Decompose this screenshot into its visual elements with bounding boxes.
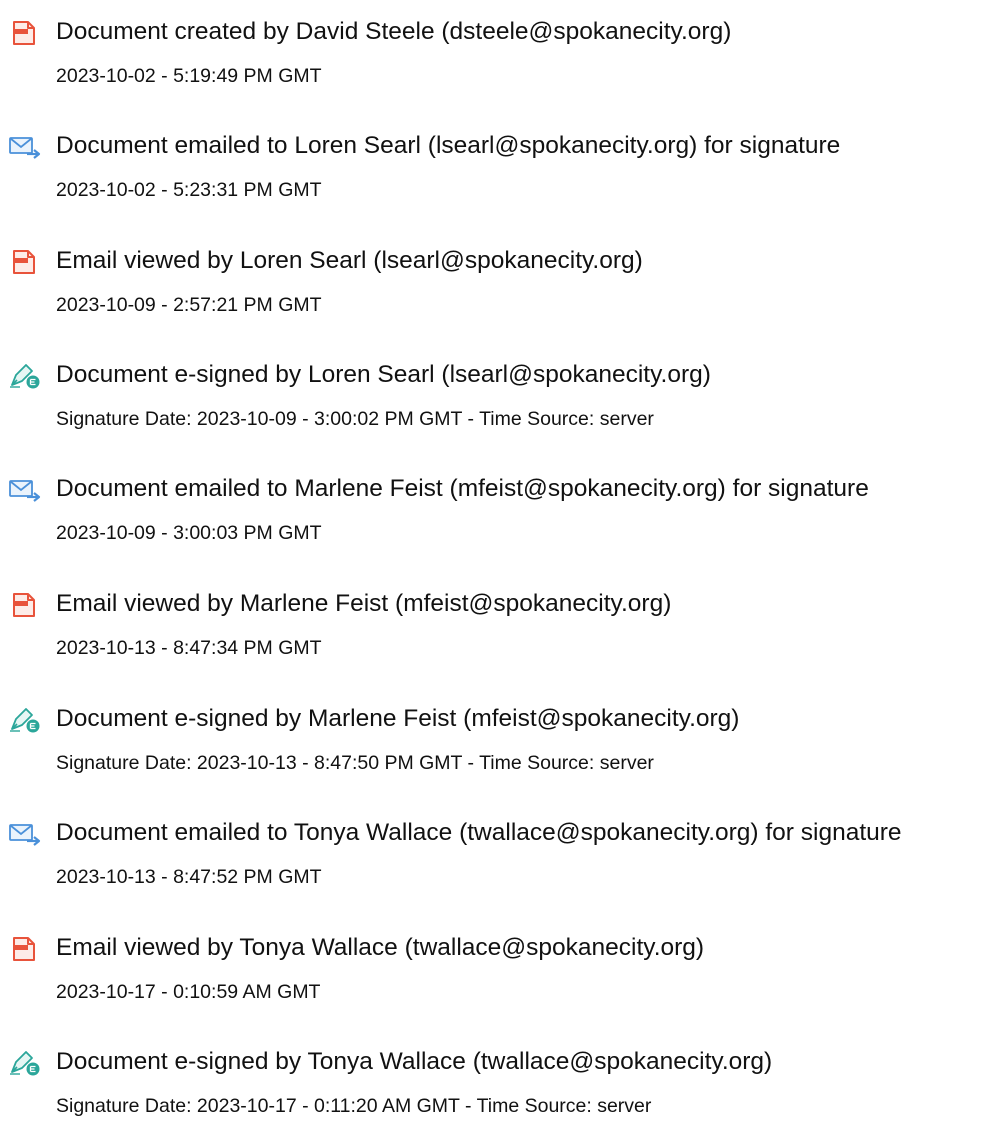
document-icon bbox=[8, 936, 42, 962]
event-timestamp: Signature Date: 2023-10-13 - 8:47:50 PM … bbox=[56, 752, 654, 774]
audit-event: Document created by David Steele (dsteel… bbox=[0, 12, 984, 92]
audit-event: Document emailed to Marlene Feist (mfeis… bbox=[0, 469, 984, 549]
document-icon bbox=[8, 20, 42, 46]
event-title: Document emailed to Marlene Feist (mfeis… bbox=[56, 475, 869, 502]
email-sent-icon bbox=[8, 821, 42, 847]
audit-event: Document e-signed by Loren Searl (lsearl… bbox=[0, 355, 984, 435]
email-sent-icon bbox=[8, 477, 42, 503]
event-title: Email viewed by Tonya Wallace (twallace@… bbox=[56, 934, 705, 961]
audit-event: Email viewed by Marlene Feist (mfeist@sp… bbox=[0, 584, 984, 664]
event-timestamp: 2023-10-02 - 5:19:49 PM GMT bbox=[56, 65, 322, 87]
event-timestamp: 2023-10-02 - 5:23:31 PM GMT bbox=[56, 179, 322, 201]
esign-icon bbox=[8, 1050, 42, 1076]
event-timestamp: Signature Date: 2023-10-09 - 3:00:02 PM … bbox=[56, 408, 654, 430]
event-title: Email viewed by Loren Searl (lsearl@spok… bbox=[56, 247, 643, 274]
event-timestamp: 2023-10-09 - 2:57:21 PM GMT bbox=[56, 294, 322, 316]
audit-event: Document e-signed by Marlene Feist (mfei… bbox=[0, 699, 984, 779]
audit-event: Document e-signed by Tonya Wallace (twal… bbox=[0, 1042, 984, 1122]
event-title: Document created by David Steele (dsteel… bbox=[56, 18, 732, 45]
audit-event: Email viewed by Loren Searl (lsearl@spok… bbox=[0, 241, 984, 321]
document-icon bbox=[8, 592, 42, 618]
esign-icon bbox=[8, 707, 42, 733]
event-title: Document e-signed by Tonya Wallace (twal… bbox=[56, 1048, 773, 1075]
event-timestamp: 2023-10-09 - 3:00:03 PM GMT bbox=[56, 522, 322, 544]
document-icon bbox=[8, 249, 42, 275]
esign-icon bbox=[8, 363, 42, 389]
audit-event: Document emailed to Tonya Wallace (twall… bbox=[0, 813, 984, 893]
event-timestamp: Signature Date: 2023-10-17 - 0:11:20 AM … bbox=[56, 1095, 652, 1117]
event-title: Document e-signed by Loren Searl (lsearl… bbox=[56, 361, 711, 388]
event-timestamp: 2023-10-17 - 0:10:59 AM GMT bbox=[56, 981, 321, 1003]
event-timestamp: 2023-10-13 - 8:47:34 PM GMT bbox=[56, 637, 322, 659]
email-sent-icon bbox=[8, 134, 42, 160]
event-title: Email viewed by Marlene Feist (mfeist@sp… bbox=[56, 590, 672, 617]
audit-event: Document emailed to Loren Searl (lsearl@… bbox=[0, 126, 984, 206]
event-timestamp: 2023-10-13 - 8:47:52 PM GMT bbox=[56, 866, 322, 888]
audit-event: Email viewed by Tonya Wallace (twallace@… bbox=[0, 928, 984, 1008]
event-title: Document emailed to Loren Searl (lsearl@… bbox=[56, 132, 841, 159]
event-title: Document emailed to Tonya Wallace (twall… bbox=[56, 819, 902, 846]
event-title: Document e-signed by Marlene Feist (mfei… bbox=[56, 705, 740, 732]
